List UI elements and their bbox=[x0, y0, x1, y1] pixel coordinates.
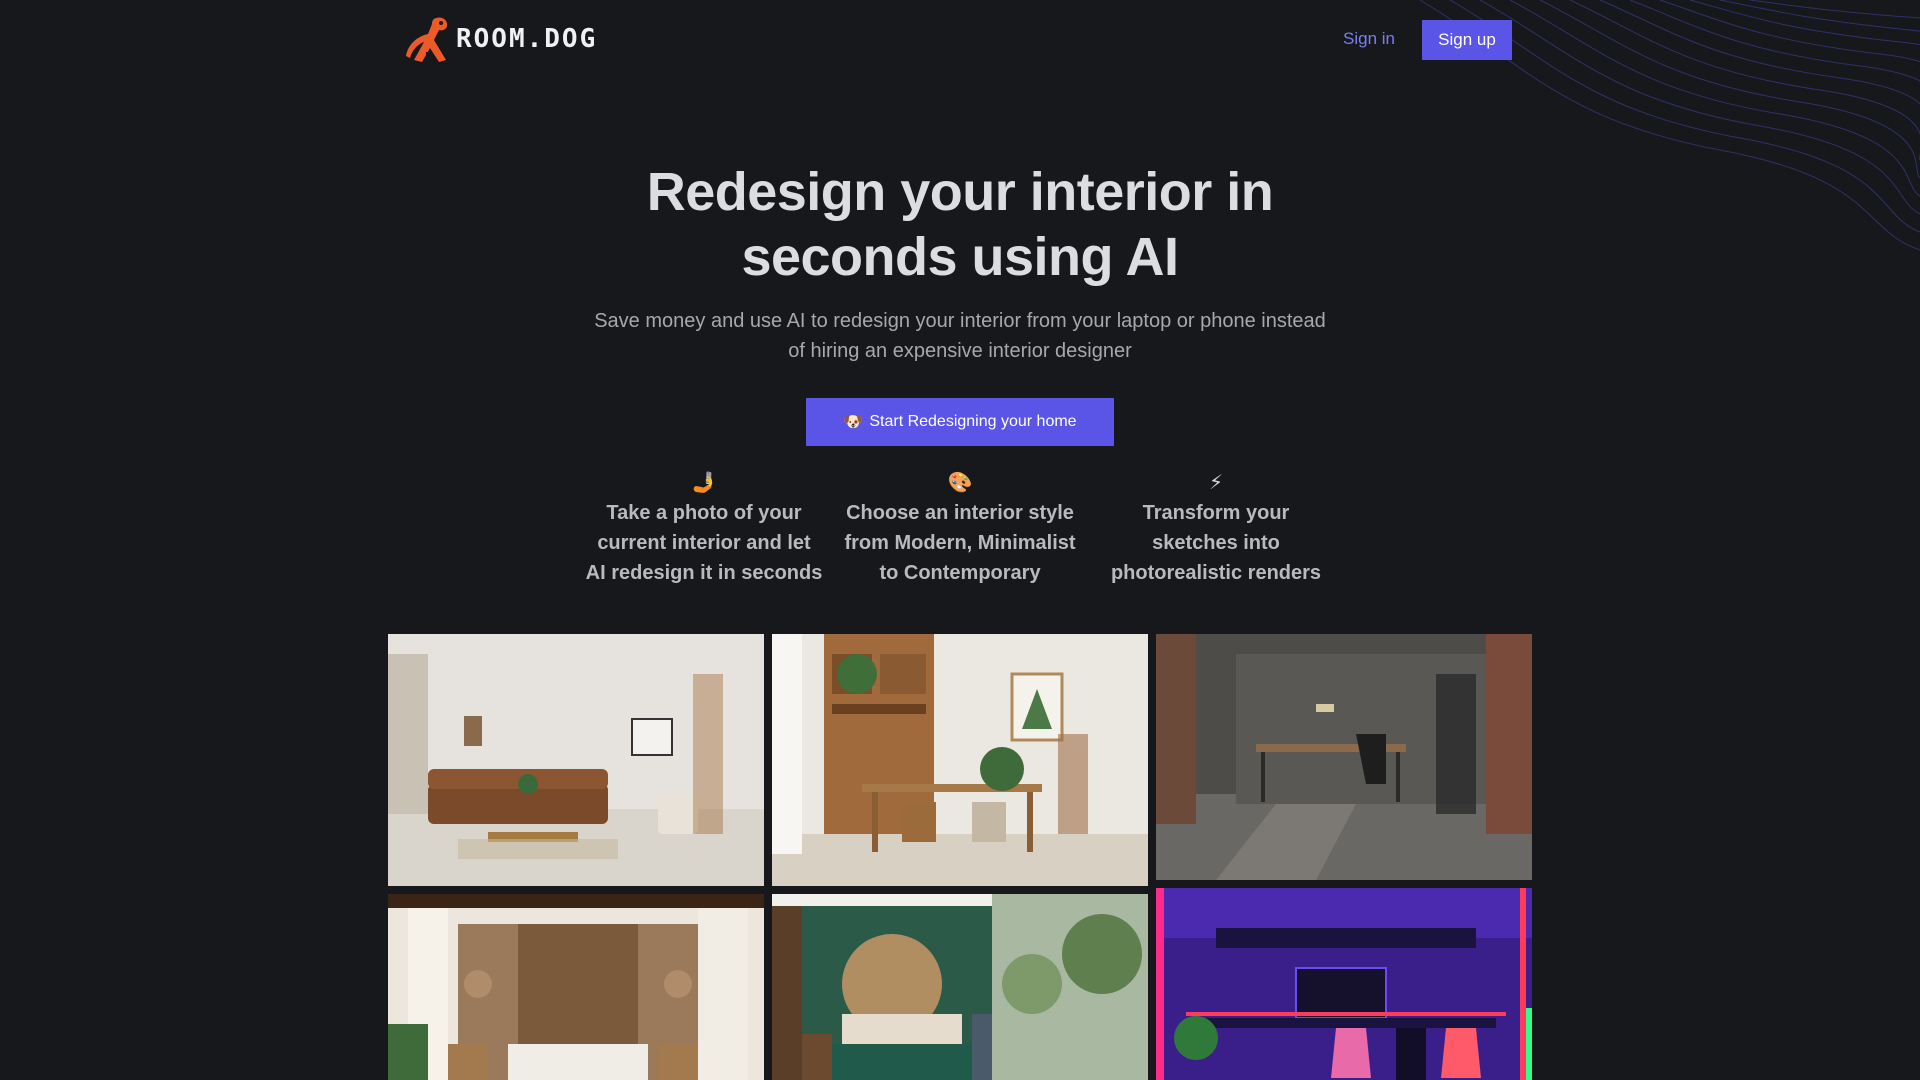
bedroom-image bbox=[388, 894, 764, 1080]
feature-line: to Contemporary bbox=[879, 562, 1041, 584]
brand-name: ROOM.DOG bbox=[456, 24, 598, 54]
hero-title-line2: seconds using AI bbox=[741, 227, 1179, 287]
hero-title-line1: Redesign your interior in bbox=[646, 162, 1274, 222]
feature-line: Transform your bbox=[1142, 502, 1290, 524]
sign-in-link[interactable]: Sign in bbox=[1343, 29, 1395, 49]
feature-line: Choose an interior style bbox=[846, 502, 1074, 524]
sign-up-button[interactable]: Sign up bbox=[1422, 20, 1512, 60]
feature-text: Take a photo of your current interior an… bbox=[584, 498, 824, 588]
feature-line: from Modern, Minimalist bbox=[844, 532, 1076, 554]
palette-icon: 🎨 bbox=[947, 472, 973, 494]
feature-line: current interior and let bbox=[597, 532, 811, 554]
feature-text: Transform your sketches into photorealis… bbox=[1096, 498, 1336, 588]
lightning-icon: ⚡ bbox=[1208, 472, 1224, 494]
top-navbar: ROOM.DOG Sign in Sign up bbox=[0, 0, 1920, 80]
hero-subtitle-line1: Save money and use AI to redesign your i… bbox=[594, 310, 1326, 332]
hero-subtitle: Save money and use AI to redesign your i… bbox=[560, 306, 1360, 366]
feature-line: photorealistic renders bbox=[1110, 562, 1322, 584]
feature-line: sketches into bbox=[1152, 532, 1280, 554]
dog-face-icon: 🐶 bbox=[843, 414, 864, 431]
selfie-icon: 🤳 bbox=[691, 472, 717, 494]
start-redesigning-button[interactable]: 🐶 Start Redesigning your home bbox=[806, 398, 1114, 446]
cta-label: Start Redesigning your home bbox=[869, 413, 1077, 430]
dog-logo-icon bbox=[406, 17, 448, 62]
industrial-office-image bbox=[1156, 634, 1532, 880]
brand-logo[interactable]: ROOM.DOG bbox=[406, 14, 597, 64]
feature-style: 🎨 Choose an interior style from Modern, … bbox=[840, 470, 1080, 588]
neon-gaming-room-image bbox=[1156, 888, 1532, 1080]
hero-title: Redesign your interior in seconds using … bbox=[0, 160, 1920, 290]
feature-line: AI redesign it in seconds bbox=[585, 562, 823, 584]
living-room-image bbox=[388, 634, 764, 886]
feature-line: Take a photo of your bbox=[606, 502, 802, 524]
feature-sketch: ⚡ Transform your sketches into photoreal… bbox=[1096, 470, 1336, 588]
hero-subtitle-line2: of hiring an expensive interior designer bbox=[788, 340, 1132, 362]
feature-text: Choose an interior style from Modern, Mi… bbox=[840, 498, 1080, 588]
green-bedroom-image bbox=[772, 894, 1148, 1080]
dining-room-image bbox=[772, 634, 1148, 886]
feature-photo: 🤳 Take a photo of your current interior … bbox=[584, 470, 824, 588]
